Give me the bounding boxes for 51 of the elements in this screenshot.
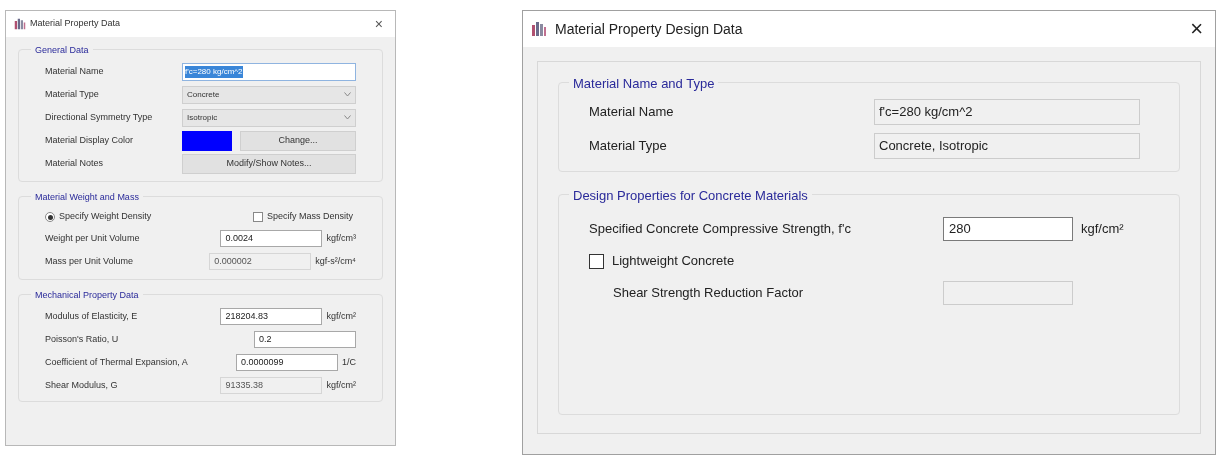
app-icon [14, 18, 26, 30]
field-label: Material Display Color [45, 133, 134, 147]
value-field[interactable]: 0.2 [254, 331, 356, 348]
field-label: Material Name [589, 103, 675, 122]
value-field[interactable]: 0.0024 [220, 230, 323, 247]
readonly-field: f'c=280 kg/cm^2 [874, 99, 1140, 125]
checkbox[interactable] [589, 253, 604, 269]
field-label: Material Name [45, 64, 104, 78]
field-label: Poisson's Ratio, U [45, 332, 120, 346]
name-field[interactable]: f'c=280 kg/cm^2 [182, 62, 356, 81]
value-field[interactable]: 0.0000099 [236, 354, 338, 371]
group-title: Material Weight and Mass [31, 190, 143, 205]
unit-label: 1/C [342, 355, 356, 369]
window-title: Material Property Design Data [555, 19, 743, 39]
checkbox[interactable] [253, 212, 263, 222]
option-label: Specify Weight Density [59, 210, 152, 224]
field-label: Coefficient of Thermal Expansion, A [45, 355, 189, 369]
unit-label: kgf/cm² [1081, 220, 1124, 239]
window-title: Material Property Data [30, 17, 121, 31]
chevron-icon [344, 115, 351, 120]
selected-text: f'c=280 kg/cm^2 [185, 65, 243, 78]
readonly-field: Concrete, Isotropic [874, 133, 1140, 159]
change-button[interactable]: Change... [240, 130, 356, 151]
checkbox-label: Lightweight Concrete [612, 252, 735, 271]
app-icon [531, 21, 547, 37]
close-button[interactable]: × [370, 13, 387, 35]
dropdown[interactable]: Isotropic [182, 108, 356, 127]
unit-label: kgf-s²/cm⁴ [315, 254, 356, 268]
field-label: Weight per Unit Volume [45, 231, 141, 245]
color-swatch[interactable] [182, 130, 232, 151]
field-label: Material Notes [45, 156, 104, 170]
unit-label: kgf/cm² [326, 309, 356, 323]
option-label: Specify Mass Density [267, 210, 354, 224]
unit-label: kgf/cm³ [326, 231, 356, 245]
field-label: Shear Strength Reduction Factor [613, 284, 805, 303]
chevron-icon [344, 92, 351, 97]
value-field[interactable]: 280 [943, 217, 1073, 241]
field-label: Mass per Unit Volume [45, 254, 135, 268]
value-field[interactable]: 218204.83 [220, 308, 323, 325]
notes-button[interactable]: Modify/Show Notes... [182, 153, 356, 174]
field-label: Directional Symmetry Type [45, 110, 153, 124]
field-label: Modulus of Elasticity, E [45, 309, 139, 323]
unit-label: kgf/cm² [326, 378, 356, 392]
field-label: Material Type [589, 137, 668, 156]
radio-button[interactable] [45, 212, 55, 222]
close-button[interactable]: × [1190, 18, 1203, 40]
field-label: Specified Concrete Compressive Strength, f'c [589, 220, 852, 239]
field-label: Material Type [45, 87, 99, 101]
group-title: Mechanical Property Data [31, 288, 143, 303]
dropdown[interactable]: Concrete [182, 85, 356, 104]
field-label: Shear Modulus, G [45, 378, 119, 392]
